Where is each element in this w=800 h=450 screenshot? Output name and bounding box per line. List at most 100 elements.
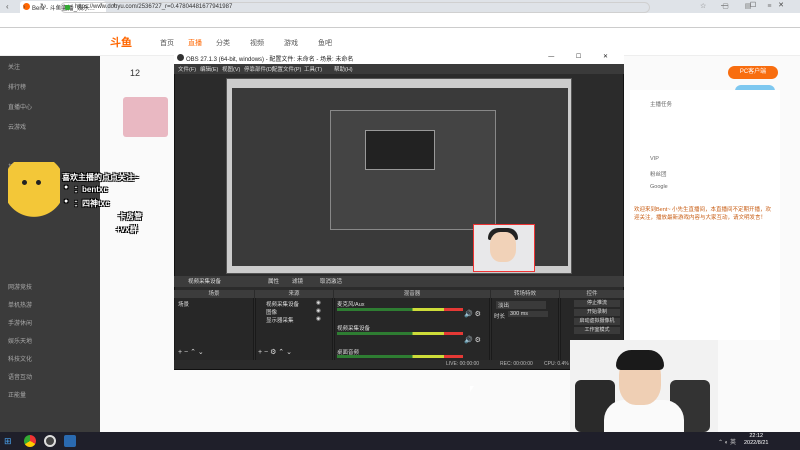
right-item[interactable]: 主播任务: [650, 100, 672, 108]
sticker-douyin-icon: ●: [64, 198, 69, 205]
windows-taskbar: [0, 432, 800, 450]
controls-dock-title: 控件: [560, 290, 624, 298]
sticker-weibo-icon: ●: [64, 184, 69, 191]
streamer-hair: [616, 350, 664, 370]
obs-title: OBS 27.1.3 (64-bit, windows) - 配置文件: 未命名…: [186, 57, 354, 63]
site-logo[interactable]: 斗鱼: [110, 34, 132, 50]
obs-logo-icon: [177, 54, 184, 61]
obs-window-controls[interactable]: — ☐ ✕: [548, 53, 618, 60]
sidebar-item[interactable]: 排行榜: [8, 82, 26, 91]
sources-dock-title: 来源: [255, 290, 333, 298]
source-list-controls[interactable]: + − ⚙ ⌃ ⌄: [258, 348, 292, 356]
virtual-camera-button[interactable]: 启动虚拟摄像机: [574, 318, 620, 325]
obs-source-toolbar: [174, 276, 624, 287]
obs-menu-item[interactable]: 配置文件(P): [272, 65, 301, 73]
volume-meter: [337, 308, 463, 311]
right-item[interactable]: VIP: [650, 156, 659, 162]
visibility-icon[interactable]: ◉: [316, 300, 321, 306]
nav-fishbar[interactable]: 鱼吧: [318, 38, 332, 48]
preview-webcam-face: [490, 232, 516, 262]
sidebar-item[interactable]: 科技文化: [8, 354, 32, 363]
obs-menu-item[interactable]: 视图(V): [222, 65, 240, 73]
preview-recursive-screen: [365, 130, 435, 170]
speaker-icon[interactable]: 🔊 ⚙: [464, 336, 481, 344]
transition-select[interactable]: 淡出: [496, 301, 546, 309]
sidebar-item[interactable]: 手游休闲: [8, 318, 32, 327]
sticker-line: ：四神txc: [74, 199, 110, 208]
filters-button[interactable]: 滤镜: [292, 277, 303, 285]
right-item[interactable]: 粉丝团: [650, 170, 667, 178]
clock-date: 2022/8/21: [744, 440, 769, 446]
speaker-icon[interactable]: 🔊 ⚙: [464, 310, 481, 318]
nav-home[interactable]: 首页: [160, 38, 174, 48]
live-time: LIVE: 00:00:00: [446, 361, 480, 367]
transitions-dock-title: 转场特效: [491, 290, 559, 298]
sticker-line: 卡房管: [118, 212, 142, 221]
clock-time: 22:12: [749, 433, 764, 439]
obs-title-bar: OBS 27.1.3 (64-bit, windows) - 配置文件: 未命名…: [174, 52, 624, 64]
visibility-icon[interactable]: ◉: [316, 316, 321, 322]
volume-meter: [337, 332, 463, 335]
source-item[interactable]: 视频采集设备: [266, 300, 299, 308]
obs-menu-item[interactable]: 停靠部件(D): [244, 65, 274, 73]
chrome-taskbar-icon[interactable]: [24, 435, 36, 447]
right-item[interactable]: Google: [650, 184, 668, 190]
scene-list-controls[interactable]: + − ⌃ ⌄: [178, 348, 204, 356]
deactivate-button[interactable]: 取消激活: [320, 277, 342, 285]
notice-text: 欢迎来到Bent~ 小先生直播间，本直播间不定期开播，欢迎关注，播放最新游戏内容…: [634, 207, 772, 221]
preview-recursive-screen: [330, 110, 496, 230]
sidebar-item[interactable]: 单机热游: [8, 300, 32, 309]
sticker-line: +vx群: [116, 225, 138, 234]
sidebar-item[interactable]: 关注: [8, 62, 20, 71]
url-text: https://www.douyu.com/2536727_r=0.478044…: [75, 4, 233, 10]
volume-meter: [337, 355, 463, 358]
start-recording-button[interactable]: 开始录制: [574, 309, 620, 316]
nav-category[interactable]: 分类: [216, 38, 230, 48]
duck-mascot-image: [8, 162, 60, 230]
mixer-channel-label: 视频采集设备: [337, 326, 371, 332]
sidebar-item[interactable]: 直播中心: [8, 102, 32, 111]
follow-count: 12: [130, 68, 141, 78]
scene-item[interactable]: 场景: [178, 300, 189, 308]
sidebar-item[interactable]: 网游竞技: [8, 282, 32, 291]
streamer-thumbnail[interactable]: [123, 97, 168, 137]
obs-menu-item[interactable]: 工具(T): [304, 65, 322, 73]
site-sidebar: 关注 排行榜 直播中心 云游戏 其他 网游竞技 单机热游 手游休闲 娱乐天地 科…: [0, 56, 100, 432]
rec-time: REC: 00:00:00: [500, 361, 533, 367]
url-field[interactable]: https://www.douyu.com/2536727_r=0.478044…: [60, 2, 650, 13]
obs-menu-item[interactable]: 帮助(H): [334, 65, 353, 73]
studio-mode-button[interactable]: 工作室模式: [574, 327, 620, 334]
source-item[interactable]: 图像: [266, 308, 277, 316]
scenes-dock-title: 场景: [174, 290, 254, 298]
nav-game[interactable]: 游戏: [284, 38, 298, 48]
extension-icons[interactable]: ☆ ▢ ▤ ≡: [700, 2, 778, 10]
sidebar-item[interactable]: 语音互动: [8, 372, 32, 381]
duck-eye: [22, 180, 27, 185]
obs-menu-item[interactable]: 编辑(E): [200, 65, 218, 73]
system-tray[interactable]: ⌃ ◐ 英: [718, 437, 736, 446]
sidebar-item[interactable]: 正能量: [8, 390, 26, 399]
properties-button[interactable]: 属性: [268, 277, 279, 285]
obs-taskbar-icon[interactable]: [44, 435, 56, 447]
selected-source-label: 视频采集设备: [188, 279, 222, 285]
nav-live[interactable]: 直播: [188, 38, 202, 48]
nav-video[interactable]: 视频: [250, 38, 264, 48]
visibility-icon[interactable]: ◉: [316, 308, 321, 314]
input-language[interactable]: 英: [730, 440, 736, 446]
duration-label: 时长: [494, 314, 506, 320]
windows-start-icon[interactable]: ⊞: [4, 436, 14, 446]
tray-icons[interactable]: ⌃ ◐: [718, 440, 730, 446]
duck-eye: [36, 180, 41, 185]
taskbar-clock[interactable]: 22:12 2022/8/21: [744, 433, 768, 447]
cpu-usage: CPU: 0.4%: [544, 361, 569, 367]
pc-client-button[interactable]: PC客户端: [728, 66, 778, 79]
steam-taskbar-icon[interactable]: [64, 435, 76, 447]
duration-input[interactable]: 300 ms: [508, 311, 548, 317]
sidebar-item[interactable]: 娱乐天地: [8, 336, 32, 345]
mixer-channel-label: 麦克风/Aux: [337, 302, 365, 308]
right-panel: 主播任务 VIP 粉丝团 Google 欢迎来到Bent~ 小先生直播间，本直播…: [630, 90, 780, 340]
sidebar-item[interactable]: 云游戏: [8, 122, 26, 131]
stop-streaming-button[interactable]: 停止推流: [574, 300, 620, 307]
source-item[interactable]: 显示器采集: [266, 316, 294, 324]
obs-menu-item[interactable]: 文件(F): [178, 65, 196, 73]
